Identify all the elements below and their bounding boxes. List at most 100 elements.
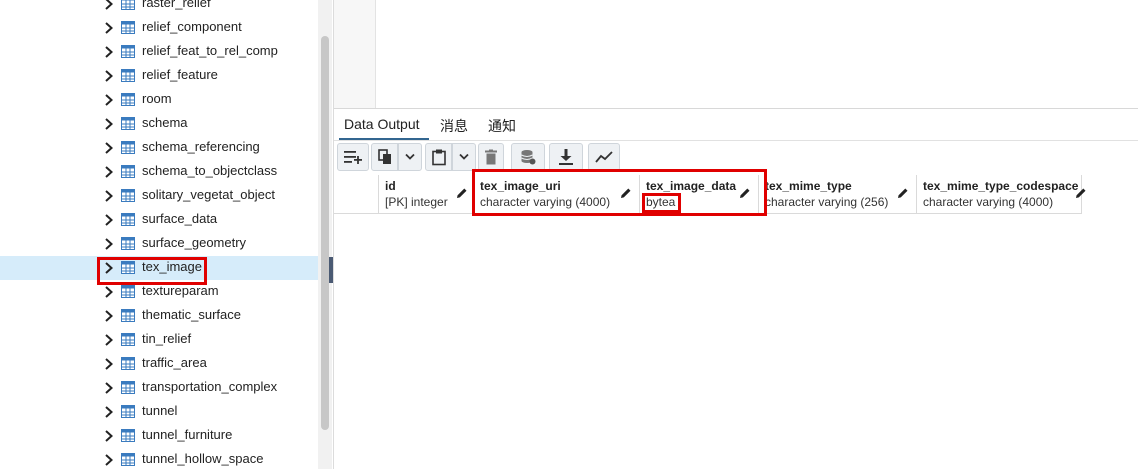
chevron-right-icon[interactable]	[104, 262, 114, 274]
add-row-icon	[344, 151, 362, 164]
chevron-right-icon[interactable]	[104, 358, 114, 370]
table-icon	[121, 0, 135, 10]
tree-scrollbar-thumb[interactable]	[321, 36, 329, 430]
tree-item-surface-data[interactable]: surface_data	[0, 208, 318, 232]
tree-item-tunnel-hollow-space[interactable]: tunnel_hollow_space	[0, 448, 318, 469]
chevron-right-icon[interactable]	[104, 238, 114, 250]
tree-item-label: schema_to_objectclass	[142, 163, 278, 178]
tree-item-label: raster_relief	[142, 0, 211, 10]
chevron-right-icon[interactable]	[104, 382, 114, 394]
column-header-tex-mime-type[interactable]: tex_mime_type character varying (256)	[759, 175, 917, 214]
chevron-right-icon[interactable]	[104, 310, 114, 322]
paste-button[interactable]	[425, 143, 452, 171]
add-row-button[interactable]	[337, 143, 369, 171]
edit-pencil-icon[interactable]	[897, 187, 909, 199]
tree-item-label: tunnel_hollow_space	[142, 451, 264, 466]
chevron-right-icon[interactable]	[104, 94, 114, 106]
tree-item-label: transportation_complex	[142, 379, 278, 394]
tree-item-label: textureparam	[142, 283, 219, 298]
column-name: tex_mime_type	[765, 179, 852, 193]
tree-item-relief-feat-to-rel-comp[interactable]: relief_feat_to_rel_comp	[0, 40, 318, 64]
tree-item-relief-component[interactable]: relief_component	[0, 16, 318, 40]
tree-item-label: relief_feature	[142, 67, 218, 82]
column-type: character varying (4000)	[923, 195, 1054, 209]
chevron-right-icon[interactable]	[104, 166, 114, 178]
table-icon	[121, 165, 135, 178]
query-editor[interactable]	[377, 0, 1138, 108]
tabs-divider	[334, 140, 1138, 141]
tree-item-tex-image[interactable]: tex_image	[0, 256, 318, 280]
column-name: tex_image_data	[646, 179, 737, 193]
tree-item-label: tex_image	[142, 259, 202, 274]
chevron-right-icon[interactable]	[104, 454, 114, 466]
tree-item-relief-feature[interactable]: relief_feature	[0, 64, 318, 88]
tree-item-label: surface_geometry	[142, 235, 247, 250]
tree-item-label: tunnel_furniture	[142, 427, 233, 442]
result-tabs: Data Output 消息 通知	[334, 109, 1138, 141]
tree-item-thematic-surface[interactable]: thematic_surface	[0, 304, 318, 328]
chevron-right-icon[interactable]	[104, 334, 114, 346]
chevron-right-icon[interactable]	[104, 430, 114, 442]
column-header-id[interactable]: id [PK] integer	[379, 175, 474, 214]
tree-item-schema-referencing[interactable]: schema_referencing	[0, 136, 318, 160]
delete-button[interactable]	[478, 143, 504, 171]
paste-dropdown-button[interactable]	[452, 143, 476, 171]
copy-icon	[377, 149, 391, 164]
edit-pencil-icon[interactable]	[1075, 187, 1087, 199]
grid-corner-cell[interactable]	[334, 175, 379, 214]
tree-item-transportation-complex[interactable]: transportation_complex	[0, 376, 318, 400]
tree-item-surface-geometry[interactable]: surface_geometry	[0, 232, 318, 256]
graph-visualiser-button[interactable]	[588, 143, 620, 171]
chevron-right-icon[interactable]	[104, 118, 114, 130]
edit-pencil-icon[interactable]	[456, 187, 468, 199]
tree-item-label: relief_component	[142, 19, 242, 34]
tree-item-label: schema_referencing	[142, 139, 260, 154]
column-header-tex-image-uri[interactable]: tex_image_uri character varying (4000)	[474, 175, 640, 214]
chevron-right-icon[interactable]	[104, 190, 114, 202]
edit-pencil-icon[interactable]	[739, 187, 751, 199]
query-editor-gutter	[334, 0, 376, 108]
table-icon	[121, 213, 135, 226]
tree-item-schema[interactable]: schema	[0, 112, 318, 136]
active-tab-indicator	[339, 138, 429, 140]
tree-item-raster-relief[interactable]: raster_relief	[0, 0, 318, 16]
column-header-tex-image-data[interactable]: tex_image_data bytea	[640, 175, 759, 214]
table-icon	[121, 189, 135, 202]
paste-icon	[431, 149, 446, 166]
tree-item-room[interactable]: room	[0, 88, 318, 112]
tree-item-schema-to-objectclass[interactable]: schema_to_objectclass	[0, 160, 318, 184]
tab-data-output[interactable]: Data Output	[344, 116, 420, 132]
tab-messages[interactable]: 消息	[440, 116, 468, 136]
tree-item-tunnel-furniture[interactable]: tunnel_furniture	[0, 424, 318, 448]
chevron-right-icon[interactable]	[104, 406, 114, 418]
chevron-right-icon[interactable]	[104, 142, 114, 154]
tree-item-tunnel[interactable]: tunnel	[0, 400, 318, 424]
edit-pencil-icon[interactable]	[620, 187, 632, 199]
chevron-right-icon[interactable]	[104, 286, 114, 298]
table-icon	[121, 45, 135, 58]
chevron-right-icon[interactable]	[104, 22, 114, 34]
save-data-button[interactable]	[511, 143, 545, 171]
tree-item-label: tin_relief	[142, 331, 192, 346]
pgadmin-window: raster_relief relief_component relief_feat…	[0, 0, 1138, 469]
save-data-icon	[521, 150, 536, 165]
chevron-right-icon[interactable]	[104, 0, 114, 10]
table-icon	[121, 21, 135, 34]
column-type: [PK] integer	[385, 195, 448, 209]
column-name: tex_mime_type_codespace	[923, 179, 1079, 193]
chevron-right-icon[interactable]	[104, 46, 114, 58]
tree-item-tin-relief[interactable]: tin_relief	[0, 328, 318, 352]
copy-button[interactable]	[371, 143, 398, 171]
tree-item-traffic-area[interactable]: traffic_area	[0, 352, 318, 376]
download-button[interactable]	[549, 143, 583, 171]
object-tree-panel: raster_relief relief_component relief_feat…	[0, 0, 318, 469]
tree-item-solitary-vegetat-object[interactable]: solitary_vegetat_object	[0, 184, 318, 208]
table-icon	[121, 261, 135, 274]
column-header-tex-mime-type-codespace[interactable]: tex_mime_type_codespace character varying…	[917, 175, 1086, 214]
chevron-right-icon[interactable]	[104, 70, 114, 82]
tree-item-textureparam[interactable]: textureparam	[0, 280, 318, 304]
tab-notifications[interactable]: 通知	[488, 116, 516, 136]
table-icon	[121, 429, 135, 442]
copy-dropdown-button[interactable]	[398, 143, 422, 171]
chevron-right-icon[interactable]	[104, 214, 114, 226]
